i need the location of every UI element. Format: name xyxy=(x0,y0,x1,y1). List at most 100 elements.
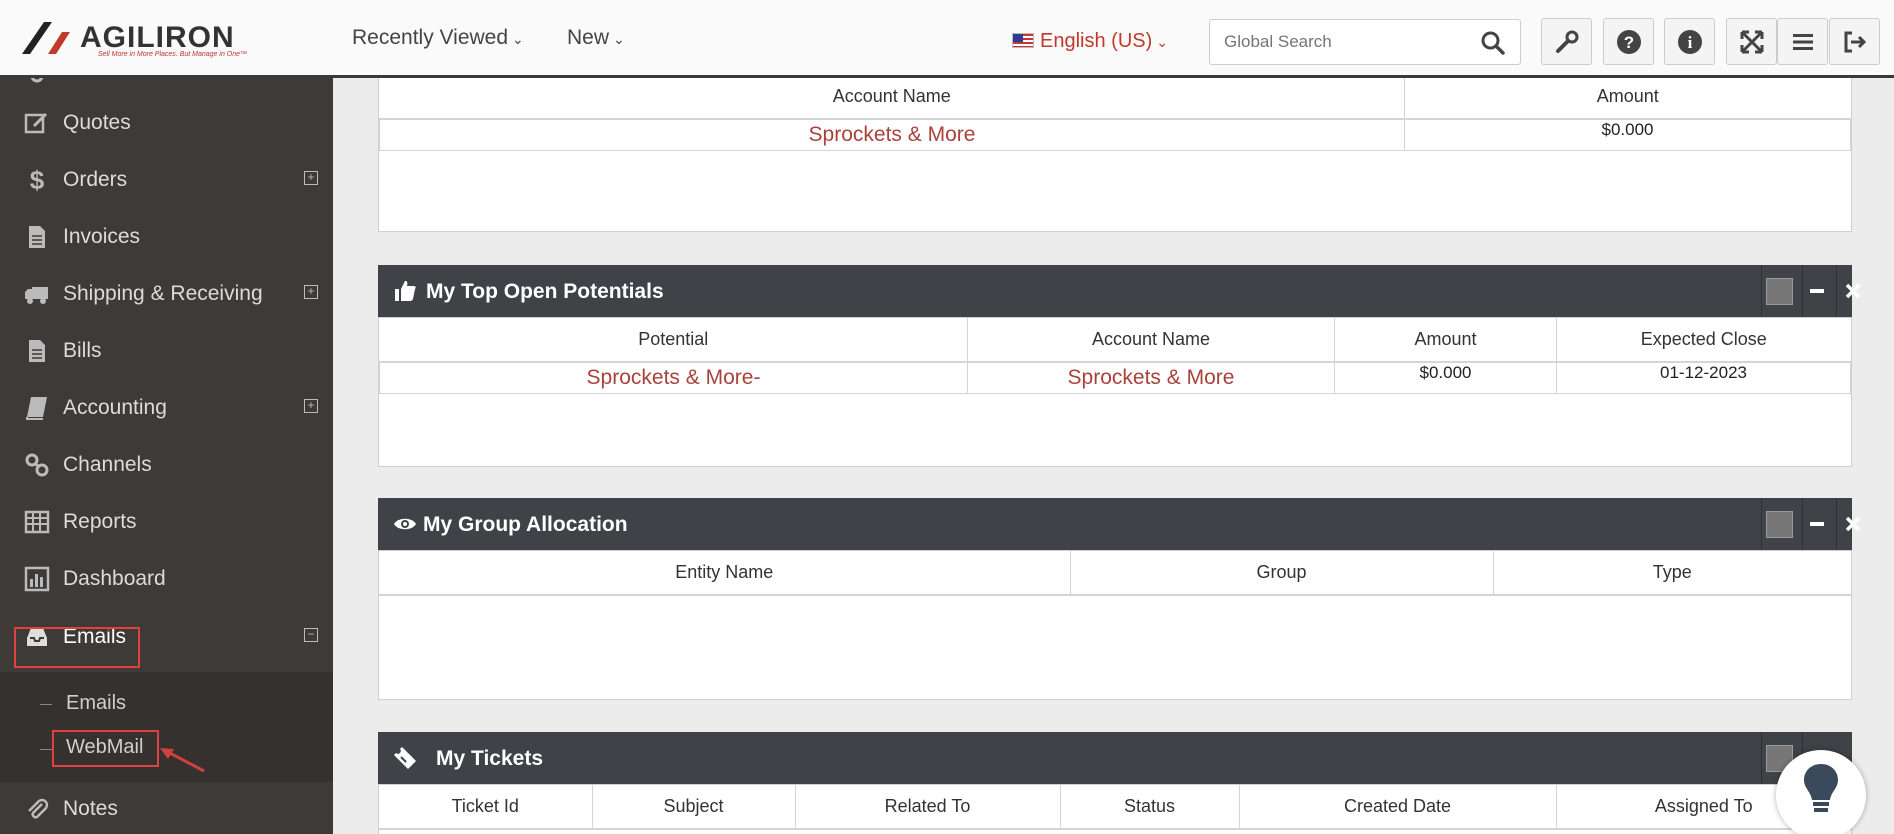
sidebar-item-notes[interactable]: Notes xyxy=(0,781,333,834)
column-header[interactable]: Created Date xyxy=(1239,785,1557,830)
sidebar-item-label: Reports xyxy=(63,510,137,533)
document-icon xyxy=(29,226,45,248)
logout-icon xyxy=(1844,31,1866,52)
sidebar-item-shipping-receiving[interactable]: Shipping & Receiving + xyxy=(0,266,333,322)
logout-button[interactable] xyxy=(1829,18,1880,65)
language-selector[interactable]: English (US) ⌄ xyxy=(1012,30,1168,53)
tickets-panel-header: My Tickets xyxy=(378,732,1852,784)
fullscreen-button[interactable] xyxy=(1726,18,1777,65)
column-header[interactable]: Entity Name xyxy=(379,551,1071,596)
sidebar-item-label: Shipping & Receiving xyxy=(63,282,263,305)
group-allocation-panel: Entity Name Group Type xyxy=(378,550,1852,700)
menu-button[interactable] xyxy=(1777,18,1828,65)
search-icon[interactable] xyxy=(1480,30,1506,56)
column-header[interactable]: Related To xyxy=(795,785,1061,830)
sidebar-item-invoices[interactable]: Invoices xyxy=(0,209,333,265)
lightbulb-icon xyxy=(1804,764,1838,812)
panel-title: My Group Allocation xyxy=(423,513,628,536)
recently-viewed-label: Recently Viewed xyxy=(352,26,509,49)
account-name-link[interactable]: Sprockets & More xyxy=(967,361,1335,394)
info-icon: i xyxy=(1677,29,1702,54)
panel-color-button[interactable] xyxy=(1766,511,1793,538)
potentials-panel-header: My Top Open Potentials xyxy=(378,265,1861,317)
column-header[interactable]: Account Name xyxy=(967,318,1335,363)
expand-icon xyxy=(1740,30,1763,53)
language-label: English (US) xyxy=(1040,30,1153,52)
document-icon xyxy=(29,340,45,362)
menu-icon xyxy=(1792,33,1813,50)
minimize-icon[interactable] xyxy=(1805,279,1829,303)
logo-text: AGILIRON xyxy=(80,21,235,54)
gear-icon xyxy=(30,78,44,83)
expand-plus-icon[interactable]: + xyxy=(304,399,318,413)
column-header[interactable]: Subject xyxy=(592,785,796,830)
table-header-row: Ticket Id Subject Related To Status Crea… xyxy=(379,785,1851,830)
recently-viewed-menu[interactable]: Recently Viewed ⌄ xyxy=(352,26,524,50)
sidebar-item-bills[interactable]: Bills xyxy=(0,323,333,379)
new-menu[interactable]: New ⌄ xyxy=(567,26,625,50)
header-divider xyxy=(1802,498,1803,550)
paperclip-icon xyxy=(28,798,49,819)
edit-icon xyxy=(24,112,48,134)
sidebar-item-reports[interactable]: Reports xyxy=(0,494,333,550)
table-header-row: Potential Account Name Amount Expected C… xyxy=(379,318,1851,363)
submenu-item-emails[interactable]: Emails xyxy=(66,692,126,715)
column-header[interactable]: Amount xyxy=(1334,318,1557,363)
group-allocation-table: Entity Name Group Type xyxy=(379,551,1851,596)
sidebar-item-quotes[interactable]: Quotes xyxy=(0,95,333,151)
close-icon[interactable] xyxy=(1841,279,1865,303)
sidebar-item-label: Accounting xyxy=(63,396,167,419)
column-header[interactable]: Group xyxy=(1070,551,1494,596)
help-lightbulb-button[interactable] xyxy=(1776,750,1866,834)
sidebar-item-dashboard[interactable]: Dashboard xyxy=(0,551,333,607)
info-button[interactable]: i xyxy=(1664,18,1715,65)
panel-title: My Top Open Potentials xyxy=(426,280,664,303)
sidebar-item-label: Quotes xyxy=(63,111,131,134)
sidebar-item-accounting[interactable]: Accounting + xyxy=(0,380,333,436)
table-header-row: Entity Name Group Type xyxy=(379,551,1851,596)
column-header[interactable]: Expected Close xyxy=(1556,318,1851,363)
eye-icon xyxy=(394,518,416,530)
svg-text:i: i xyxy=(1687,33,1692,52)
logo-tagline: Sell More in More Places. But Manage in … xyxy=(98,51,248,58)
link-icon xyxy=(25,453,49,477)
minimize-icon[interactable] xyxy=(1805,512,1829,536)
header-divider xyxy=(1802,265,1803,317)
potential-link[interactable]: Sprockets & More- xyxy=(379,361,968,394)
group-allocation-panel-header: My Group Allocation xyxy=(378,498,1861,550)
table-row: Sprockets & More- Sprockets & More $0.00… xyxy=(379,361,1851,394)
close-icon[interactable] xyxy=(1841,512,1865,536)
ticket-icon xyxy=(394,747,416,769)
help-icon: ? xyxy=(1616,29,1641,54)
panel-title: My Tickets xyxy=(436,747,543,770)
header-divider xyxy=(1761,498,1762,550)
collapse-minus-icon[interactable]: − xyxy=(304,628,318,642)
column-header[interactable]: Ticket Id xyxy=(379,785,593,830)
column-header[interactable]: Status xyxy=(1060,785,1240,830)
column-header[interactable]: Type xyxy=(1493,551,1851,596)
amount-cell: $0.000 xyxy=(1334,361,1557,394)
sidebar-item-label: Notes xyxy=(63,797,118,820)
thumbs-up-icon xyxy=(395,281,416,301)
sidebar-item-orders[interactable]: $ Orders + xyxy=(0,152,333,208)
expand-plus-icon[interactable]: + xyxy=(304,171,318,185)
column-header[interactable]: Potential xyxy=(379,318,968,363)
global-search-input[interactable] xyxy=(1224,32,1464,52)
panel-color-button[interactable] xyxy=(1766,278,1793,305)
tickets-panel: Ticket Id Subject Related To Status Crea… xyxy=(378,784,1852,834)
agiliron-logo[interactable]: AGILIRON Sell More in More Places. But M… xyxy=(22,18,262,58)
svg-text:$: $ xyxy=(30,167,45,193)
new-label: New xyxy=(567,26,610,49)
help-button[interactable]: ? xyxy=(1603,18,1654,65)
column-header[interactable]: Amount xyxy=(1404,78,1851,120)
header-divider xyxy=(1761,265,1762,317)
column-header[interactable]: Account Name xyxy=(379,78,1405,120)
wrench-icon xyxy=(1555,30,1578,53)
sidebar-item-channels[interactable]: Channels xyxy=(0,437,333,493)
sidebar-item-label: Channels xyxy=(63,453,152,476)
header-divider xyxy=(1836,265,1837,317)
settings-button[interactable] xyxy=(1541,18,1592,65)
expand-plus-icon[interactable]: + xyxy=(304,285,318,299)
expected-close-cell: 01-12-2023 xyxy=(1556,361,1851,394)
account-name-link[interactable]: Sprockets & More xyxy=(379,118,1405,151)
